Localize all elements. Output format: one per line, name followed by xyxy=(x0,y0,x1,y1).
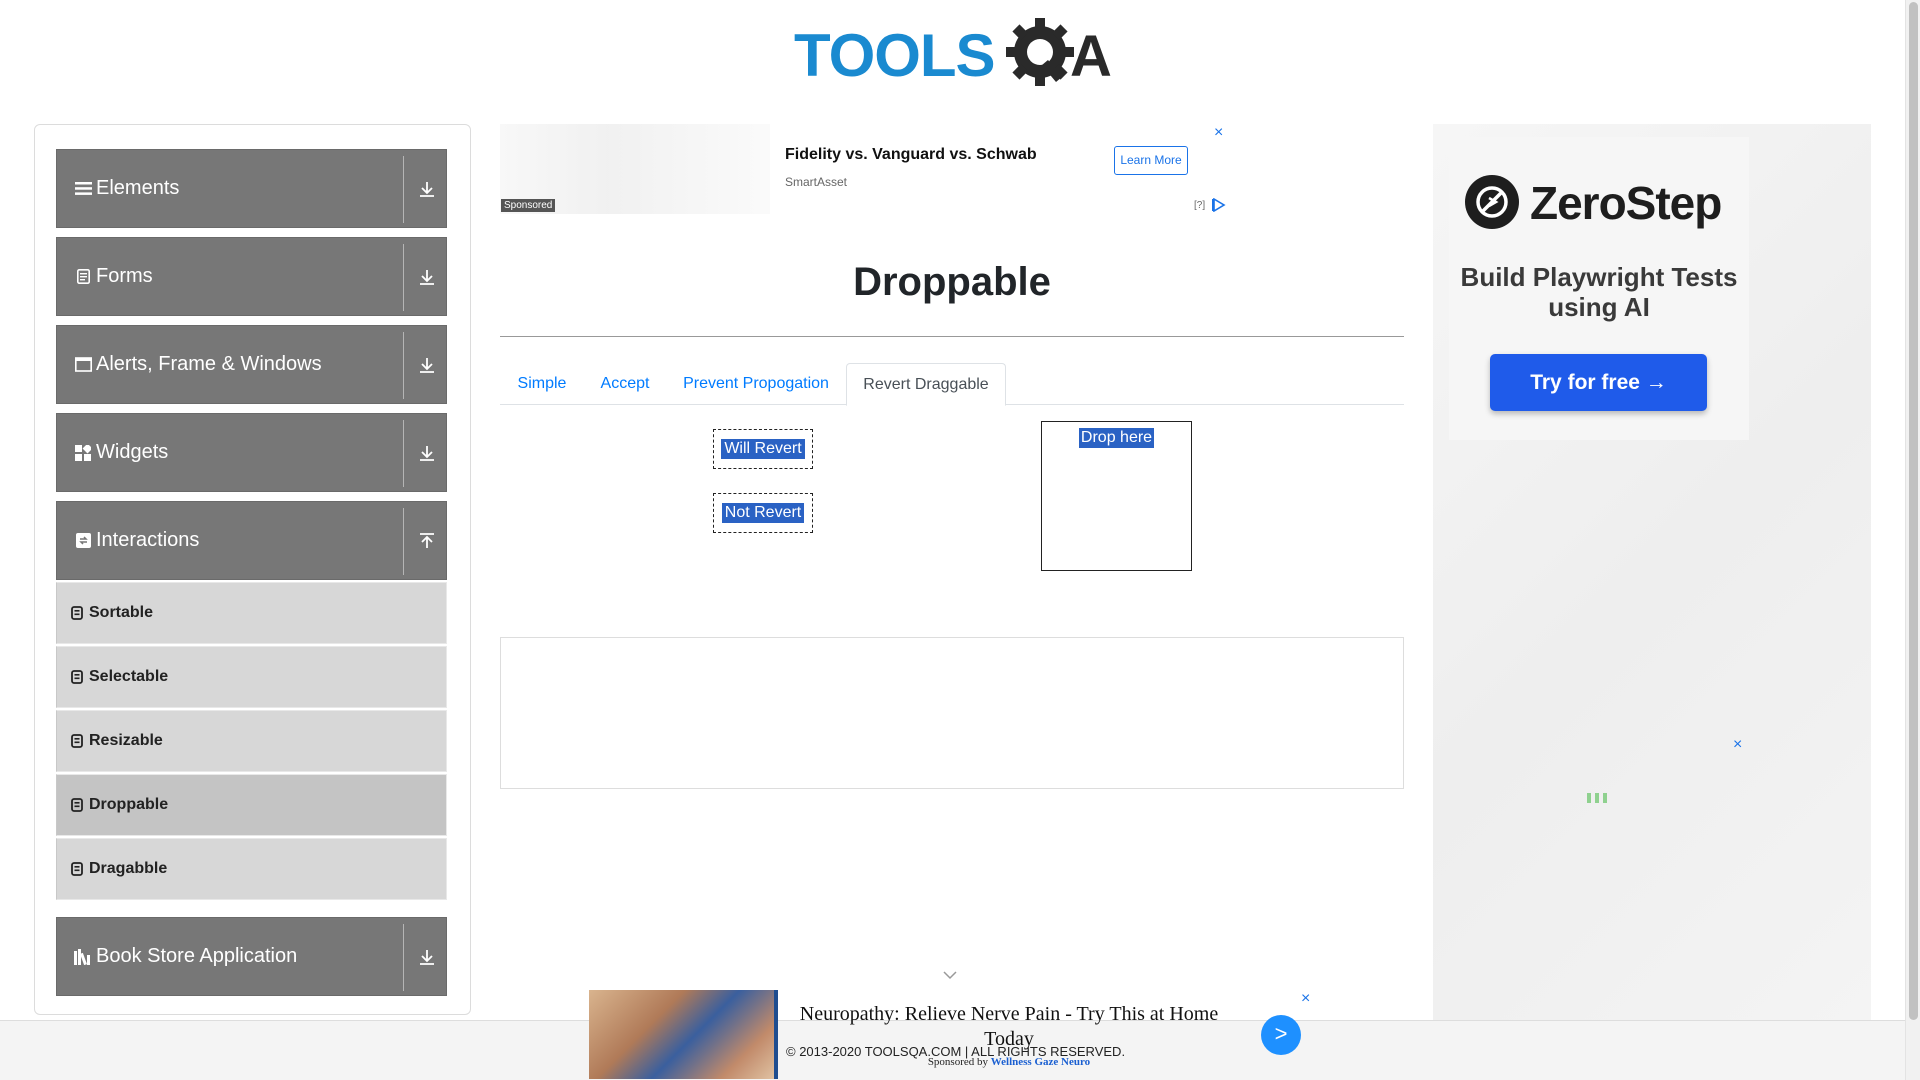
page: TOOLS A Elements Forms Alerts, Frame & W… xyxy=(0,0,1920,1080)
sidebar-group-widgets[interactable]: Widgets xyxy=(56,413,447,492)
interactions-icon xyxy=(74,532,92,550)
sidebar-item-sortable[interactable]: Sortable xyxy=(56,582,447,644)
svg-text:TOOLS: TOOLS xyxy=(794,22,995,89)
zerostep-logo-icon xyxy=(1465,175,1519,229)
not-revert-draggable[interactable]: Not Revert xyxy=(713,493,813,533)
upload-icon[interactable] xyxy=(417,531,437,551)
sidebar-item-selectable[interactable]: Selectable xyxy=(56,646,447,708)
sidebar-item-resizable[interactable]: Resizable xyxy=(56,710,447,772)
tab-accept[interactable]: Accept xyxy=(584,363,666,405)
sidebar-item-label: Resizable xyxy=(89,732,163,749)
ad-info-link[interactable]: [?] xyxy=(1194,200,1205,211)
toolsqa-logo[interactable]: TOOLS A xyxy=(792,14,1117,94)
vertical-scrollbar[interactable] xyxy=(1905,0,1920,1080)
drop-target[interactable]: Drop here xyxy=(1041,421,1192,571)
svg-text:A: A xyxy=(1070,24,1112,89)
ad-go-button[interactable]: > xyxy=(1261,1015,1301,1055)
sidebar-group-alerts[interactable]: Alerts, Frame & Windows xyxy=(56,325,447,404)
ad-image[interactable] xyxy=(589,990,775,1079)
sidebar-item-label: Dragabble xyxy=(89,860,168,877)
item-icon xyxy=(71,670,83,684)
page-title: Droppable xyxy=(853,260,1051,304)
copyright-text: © 2013-2020 TOOLSQA.COM | ALL RIGHTS RES… xyxy=(786,1044,1126,1059)
download-icon[interactable] xyxy=(417,355,437,375)
tab-simple[interactable]: Simple xyxy=(500,363,584,405)
sidebar-item-label: Selectable xyxy=(89,668,169,685)
divider xyxy=(403,508,404,575)
sponsored-badge: Sponsored xyxy=(501,199,556,212)
sidebar-group-interactions[interactable]: Interactions xyxy=(56,501,447,580)
tab-bar: Simple Accept Prevent Propogation Revert… xyxy=(500,363,1404,406)
sidebar-item-label: Sortable xyxy=(89,604,154,621)
zerostep-tagline: Build Playwright Tests using AI xyxy=(1460,262,1738,322)
sidebar-group-book-store[interactable]: Book Store Application xyxy=(56,917,447,996)
scrollbar-thumb[interactable] xyxy=(1909,2,1918,1020)
drop-target-label: Drop here xyxy=(1078,428,1155,448)
sidebar-item-droppable[interactable]: Droppable xyxy=(56,774,447,836)
download-icon[interactable] xyxy=(417,947,437,967)
divider xyxy=(774,990,778,1079)
sidebar-item-label: Droppable xyxy=(89,796,169,813)
widgets-icon xyxy=(74,444,92,462)
bottom-ad[interactable]: Neuropathy: Relieve Nerve Pain - Try Thi… xyxy=(589,990,1319,1079)
item-icon xyxy=(71,734,83,748)
divider xyxy=(403,156,404,223)
sidebar-group-label: Forms xyxy=(96,265,153,287)
sidebar-group-elements[interactable]: Elements xyxy=(56,149,447,228)
draggable-label: Not Revert xyxy=(721,503,805,523)
chevron-down-icon[interactable] xyxy=(942,969,958,981)
sidebar-item-dragabble[interactable]: Dragabble xyxy=(56,838,447,900)
download-icon[interactable] xyxy=(417,267,437,287)
divider xyxy=(403,244,404,311)
will-revert-draggable[interactable]: Will Revert xyxy=(713,429,813,469)
divider xyxy=(500,336,1404,337)
tab-revert-draggable[interactable]: Revert Draggable xyxy=(846,363,1006,406)
sidebar-group-label: Alerts, Frame & Windows xyxy=(96,353,322,375)
ad-close-button[interactable]: × xyxy=(1733,736,1742,754)
download-icon[interactable] xyxy=(417,179,437,199)
draggable-label: Will Revert xyxy=(721,439,805,459)
ad-close-button[interactable]: × xyxy=(1214,124,1223,142)
sidebar-group-label: Widgets xyxy=(96,441,169,463)
ad-title[interactable]: Fidelity vs. Vanguard vs. Schwab xyxy=(785,146,1037,164)
learn-more-button[interactable]: Learn More xyxy=(1114,146,1188,175)
top-ad[interactable]: Fidelity vs. Vanguard vs. Schwab SmartAs… xyxy=(500,124,1230,214)
loading-icon xyxy=(1587,793,1607,803)
divider xyxy=(403,420,404,487)
try-for-free-button[interactable]: Try for free → xyxy=(1490,354,1707,411)
ad-source: SmartAsset xyxy=(785,175,848,189)
divider xyxy=(403,924,404,991)
sidebar-group-forms[interactable]: Forms xyxy=(56,237,447,316)
item-icon xyxy=(71,862,83,876)
item-icon xyxy=(71,606,83,620)
sidebar-group-label: Book Store Application xyxy=(96,945,298,967)
divider xyxy=(403,332,404,399)
ad-placeholder xyxy=(500,637,1404,789)
tab-prevent-propogation[interactable]: Prevent Propogation xyxy=(666,363,846,405)
item-icon xyxy=(71,798,83,812)
sidebar-group-label: Elements xyxy=(96,177,180,199)
zerostep-brand: ZeroStep xyxy=(1530,177,1722,229)
window-icon xyxy=(74,356,92,374)
menu-icon xyxy=(74,180,92,198)
books-icon xyxy=(74,948,92,966)
sidebar: Elements Forms Alerts, Frame & Windows W… xyxy=(34,124,471,1015)
ad-close-button[interactable]: × xyxy=(1301,990,1310,1008)
adchoices-icon[interactable] xyxy=(1212,198,1226,212)
download-icon[interactable] xyxy=(417,443,437,463)
form-icon xyxy=(74,268,92,286)
sidebar-group-label: Interactions xyxy=(96,529,200,551)
